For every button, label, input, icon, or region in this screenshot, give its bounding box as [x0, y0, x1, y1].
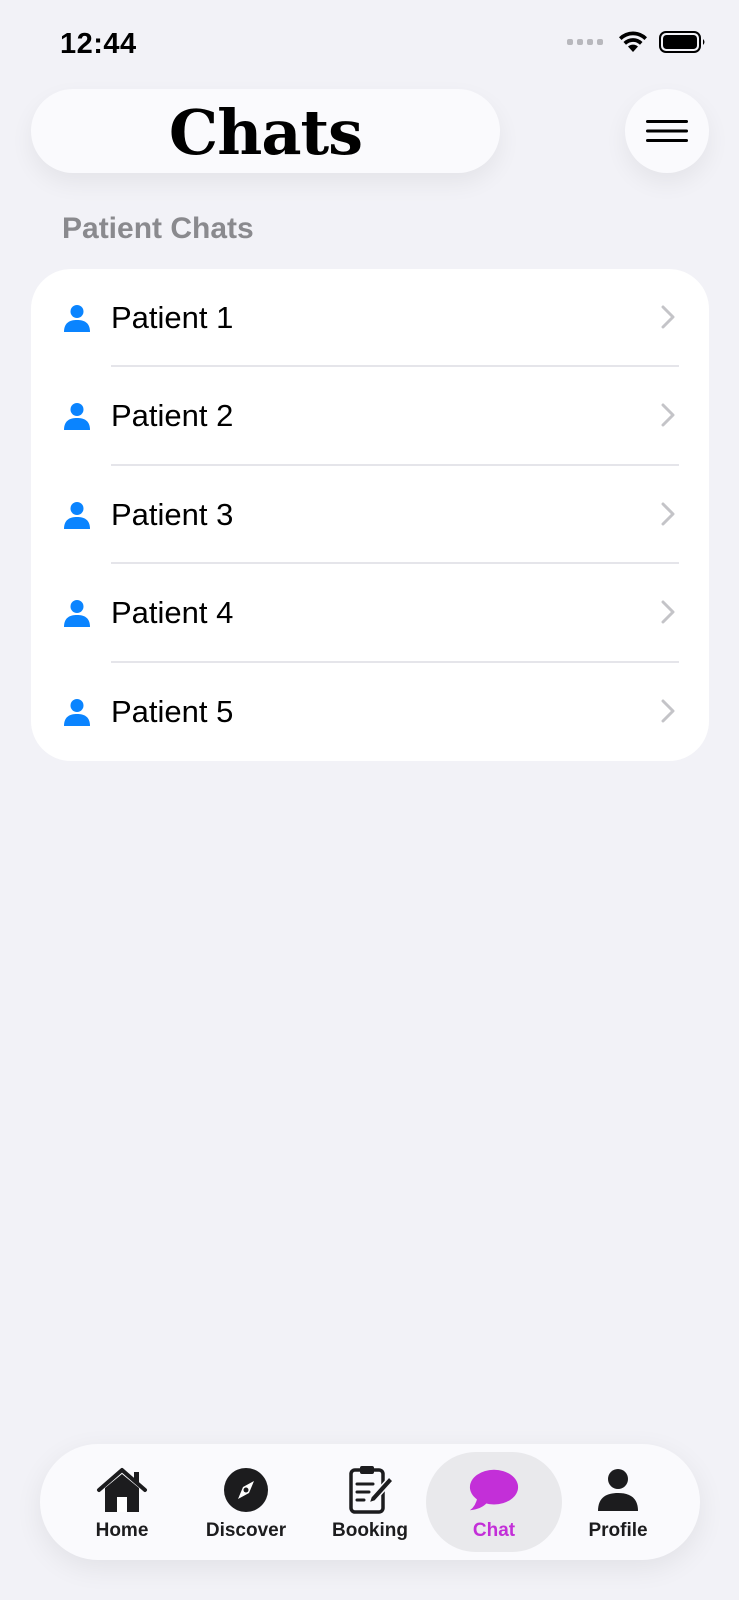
person-icon — [64, 600, 90, 628]
chevron-right-icon — [661, 403, 675, 427]
person-icon — [64, 305, 90, 332]
tab-label: Discover — [205, 1520, 287, 1541]
tab-chat[interactable]: Chat — [426, 1452, 562, 1552]
status-bar: 12:44 — [0, 0, 739, 90]
tab-profile[interactable]: Profile — [550, 1452, 686, 1552]
section-header: Patient Chats — [62, 212, 254, 245]
tab-label: Profile — [588, 1520, 648, 1541]
person-icon — [64, 403, 90, 431]
chevron-right-icon — [661, 699, 675, 723]
person-icon — [598, 1469, 638, 1511]
patient-row[interactable]: Patient 2 — [31, 367, 709, 466]
tab-booking[interactable]: Booking — [302, 1452, 438, 1552]
patient-name: Patient 1 — [111, 300, 234, 335]
tab-bar: Home Discover Booking Chat Profile — [40, 1444, 700, 1560]
patient-name: Patient 3 — [111, 496, 234, 532]
tab-discover[interactable]: Discover — [178, 1452, 314, 1552]
compass-icon — [224, 1468, 268, 1512]
person-icon — [64, 501, 90, 529]
person-icon — [64, 698, 90, 726]
chevron-right-icon — [661, 600, 675, 624]
status-indicators — [567, 30, 707, 54]
status-time: 12:44 — [60, 28, 137, 60]
title-container: Chats — [31, 89, 500, 173]
battery-icon — [659, 31, 705, 53]
tab-label: Chat — [472, 1520, 516, 1541]
house-icon — [97, 1468, 147, 1512]
patient-name: Patient 2 — [111, 398, 234, 434]
page-title: Chats — [168, 96, 363, 169]
patient-name: Patient 5 — [111, 693, 234, 729]
chat-bubble-icon — [469, 1469, 519, 1511]
tab-home[interactable]: Home — [54, 1452, 190, 1552]
clipboard-pencil-icon — [349, 1466, 394, 1514]
chats-screen: 12:44 Chats Patient Chats Patient 1 Pati… — [0, 0, 739, 1600]
hamburger-menu-icon — [646, 120, 688, 142]
wifi-icon — [619, 31, 647, 52]
tab-label: Booking — [332, 1520, 408, 1541]
patient-row[interactable]: Patient 5 — [31, 663, 709, 761]
patient-list: Patient 1 Patient 2 Patient 3 Patient 4 … — [31, 269, 709, 761]
patient-row[interactable]: Patient 1 — [31, 269, 709, 368]
chevron-right-icon — [661, 502, 675, 526]
tab-label: Home — [95, 1520, 149, 1541]
patient-name: Patient 4 — [111, 595, 234, 631]
patient-row[interactable]: Patient 3 — [31, 466, 709, 565]
cellular-signal-icon — [567, 39, 603, 45]
menu-button[interactable] — [625, 89, 709, 173]
patient-row[interactable]: Patient 4 — [31, 564, 709, 663]
chevron-right-icon — [661, 305, 675, 329]
